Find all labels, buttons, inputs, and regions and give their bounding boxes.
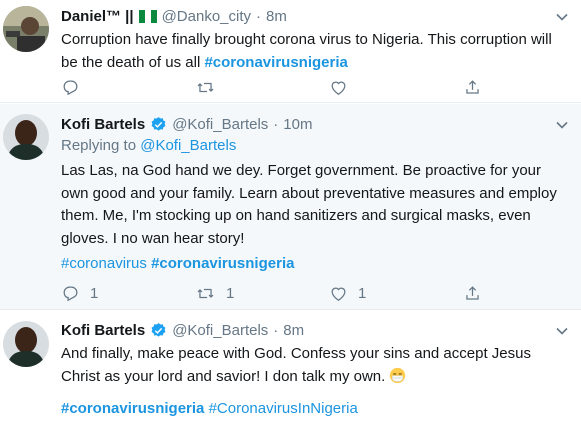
nigeria-flag-icon	[138, 10, 157, 23]
hashtag[interactable]: #coronavirus	[61, 255, 147, 272]
retweet-button[interactable]	[195, 78, 329, 97]
reply-count: 1	[90, 285, 99, 302]
share-button[interactable]	[463, 284, 581, 303]
tweet[interactable]: Kofi Bartels @Kofi_Bartels · 10m Replyin…	[0, 104, 581, 310]
tweet-text: And finally, make peace with God. Confes…	[61, 343, 571, 388]
tweet-body: And finally, make peace with God. Confes…	[61, 345, 531, 385]
like-button[interactable]	[329, 78, 463, 97]
timestamp[interactable]: 8m	[266, 8, 287, 25]
tweet-hashtags: #coronavirusnigeria #CoronavirusInNigeri…	[61, 398, 571, 421]
tweet[interactable]: Kofi Bartels @Kofi_Bartels · 8m And fina…	[0, 311, 581, 423]
retweet-icon	[197, 82, 214, 93]
retweet-count: 1	[226, 285, 235, 302]
hashtag[interactable]: #CoronavirusInNigeria	[209, 400, 358, 417]
tweet-text: Las Las, na God hand we dey. Forget gove…	[61, 160, 571, 250]
separator-dot: ·	[273, 322, 279, 339]
retweet-icon	[197, 288, 214, 299]
share-button[interactable]	[463, 78, 581, 97]
share-icon	[466, 286, 479, 300]
chevron-down-icon[interactable]	[555, 10, 569, 24]
hashtag[interactable]: #coronavirusnigeria	[61, 400, 204, 417]
timestamp[interactable]: 8m	[283, 322, 304, 339]
share-icon	[466, 80, 479, 94]
reply-icon	[63, 286, 78, 302]
author-handle[interactable]: @Danko_city	[162, 8, 251, 25]
replying-to: Replying to @Kofi_Bartels	[61, 137, 236, 154]
avatar[interactable]	[3, 321, 49, 367]
tweet-body: Las Las, na God hand we dey. Forget gove…	[61, 162, 557, 247]
verified-badge-icon	[151, 323, 166, 337]
like-count: 1	[358, 285, 367, 302]
replying-to-handle-link[interactable]: @Kofi_Bartels	[140, 137, 236, 154]
avatar[interactable]	[3, 114, 49, 160]
reply-icon	[63, 80, 78, 96]
reply-button[interactable]	[61, 78, 195, 97]
chevron-down-icon[interactable]	[555, 324, 569, 338]
author-name[interactable]: Kofi Bartels	[61, 116, 145, 133]
like-icon	[331, 287, 346, 301]
author-name[interactable]: Daniel™ ||	[61, 8, 134, 25]
author-name[interactable]: Kofi Bartels	[61, 322, 145, 339]
hashtag[interactable]: #coronavirusnigeria	[204, 54, 347, 71]
reply-button[interactable]: 1	[61, 284, 195, 303]
author-handle[interactable]: @Kofi_Bartels	[172, 322, 268, 339]
hashtag[interactable]: #coronavirusnigeria	[151, 255, 294, 272]
tweet-hashtags: #coronavirus #coronavirusnigeria	[61, 253, 571, 276]
avatar[interactable]	[3, 6, 49, 52]
retweet-button[interactable]: 1	[195, 284, 329, 303]
timestamp[interactable]: 10m	[283, 116, 312, 133]
tweet-text: Corruption have finally brought corona v…	[61, 29, 571, 74]
separator-dot: ·	[256, 8, 262, 25]
chevron-down-icon[interactable]	[555, 118, 569, 132]
tweet-actions: 1 1 1	[61, 284, 581, 303]
separator-dot: ·	[273, 116, 279, 133]
like-icon	[331, 81, 346, 95]
like-button[interactable]: 1	[329, 284, 463, 303]
replying-to-label: Replying to	[61, 137, 137, 154]
tweet[interactable]: Daniel™ || @Danko_city · 8m Corruption h…	[0, 0, 581, 103]
tweet-actions	[61, 78, 581, 97]
author-handle[interactable]: @Kofi_Bartels	[172, 116, 268, 133]
verified-badge-icon	[151, 117, 166, 131]
mask-face-emoji-icon	[390, 367, 406, 383]
